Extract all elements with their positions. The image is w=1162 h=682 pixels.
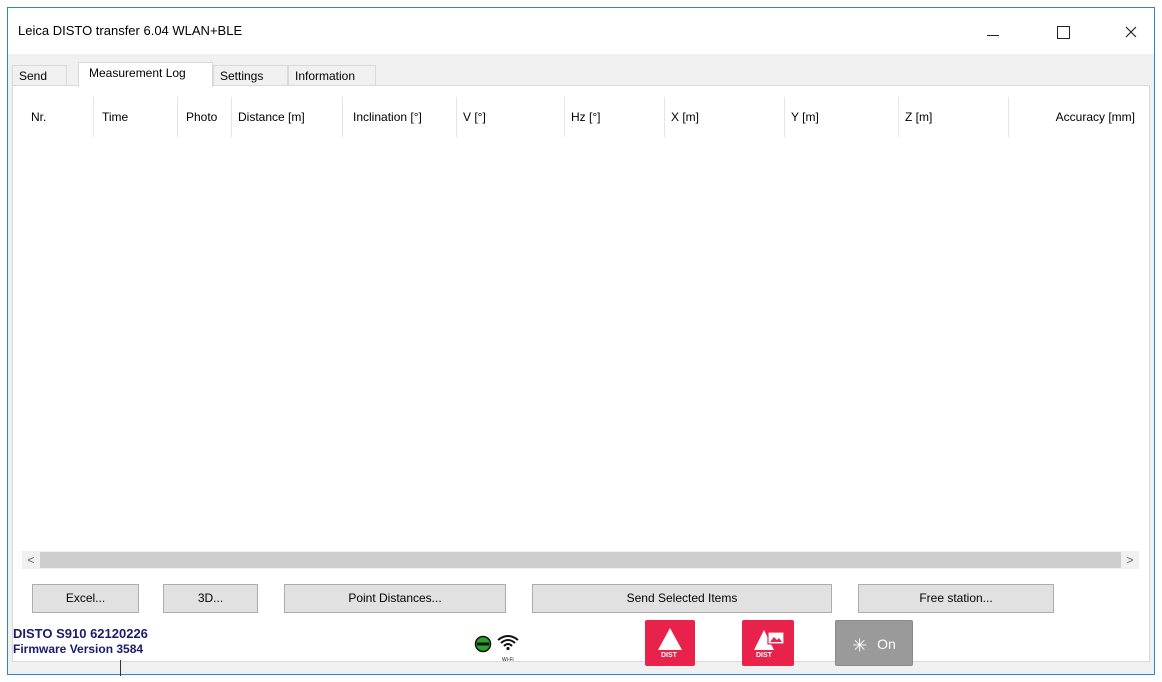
column-header-v[interactable]: V [°] (457, 97, 565, 137)
status-bar: DISTO S910 62120226 Firmware Version 358… (8, 620, 1154, 676)
send-selected-items-button[interactable]: Send Selected Items (532, 584, 832, 613)
device-name: DISTO S910 62120226 (13, 626, 148, 641)
app-window: Leica DISTO transfer 6.04 WLAN+BLE Send … (7, 7, 1155, 676)
title-bar: Leica DISTO transfer 6.04 WLAN+BLE (8, 8, 1154, 54)
laser-on-button[interactable]: ✳ On (835, 620, 913, 666)
sparkle-icon: ✳ (852, 635, 868, 656)
measurement-table[interactable]: Nr. Time Photo Distance [m] Inclination … (22, 97, 1139, 553)
column-header-inclination[interactable]: Inclination [°] (343, 97, 457, 137)
column-header-time[interactable]: Time (94, 97, 178, 137)
free-station-button[interactable]: Free station... (858, 584, 1054, 613)
column-header-nr[interactable]: Nr. (22, 97, 94, 137)
photo-triangle-icon (754, 630, 785, 650)
maximize-button[interactable] (1040, 17, 1086, 47)
maximize-icon (1056, 25, 1070, 39)
excel-button[interactable]: Excel... (32, 584, 139, 613)
column-header-z[interactable]: Z [m] (899, 97, 1009, 137)
status-divider (120, 660, 121, 676)
wifi-caption: Wi-Fi (502, 657, 514, 663)
minimize-button[interactable] (970, 17, 1016, 47)
table-header: Nr. Time Photo Distance [m] Inclination … (22, 97, 1139, 137)
photo-measure-button[interactable]: DIST (742, 620, 794, 666)
minimize-icon (987, 34, 999, 36)
point-distances-button[interactable]: Point Distances... (284, 584, 506, 613)
dist-label-photo: DIST (756, 652, 772, 659)
column-header-photo[interactable]: Photo (178, 97, 232, 137)
on-label: On (877, 636, 896, 652)
firmware-version: Firmware Version 3584 (13, 642, 144, 656)
tab-information[interactable]: Information (288, 65, 376, 86)
measurement-log-panel: Nr. Time Photo Distance [m] Inclination … (12, 85, 1150, 662)
close-button[interactable] (1108, 17, 1154, 47)
tab-measurement-log[interactable]: Measurement Log (78, 62, 213, 87)
warning-triangle-icon (658, 628, 682, 650)
wifi-icon (497, 635, 519, 651)
scrollbar-thumb[interactable] (40, 552, 1121, 568)
horizontal-scrollbar[interactable]: < > (22, 551, 1139, 569)
3d-button[interactable]: 3D... (163, 584, 258, 613)
dist-label: DIST (661, 652, 677, 659)
close-icon (1125, 26, 1137, 38)
scroll-left-arrow-icon[interactable]: < (22, 551, 40, 569)
column-header-accuracy[interactable]: Accuracy [mm] (1009, 97, 1139, 137)
scroll-right-arrow-icon[interactable]: > (1121, 551, 1139, 569)
connection-status-icon (474, 635, 492, 653)
column-header-distance[interactable]: Distance [m] (232, 97, 343, 137)
distance-measure-button[interactable]: DIST (645, 620, 695, 666)
tab-settings[interactable]: Settings (213, 65, 288, 86)
window-title: Leica DISTO transfer 6.04 WLAN+BLE (18, 23, 243, 38)
column-header-hz[interactable]: Hz [°] (565, 97, 665, 137)
column-header-y[interactable]: Y [m] (785, 97, 899, 137)
column-header-x[interactable]: X [m] (665, 97, 785, 137)
tab-send[interactable]: Send (12, 65, 67, 86)
